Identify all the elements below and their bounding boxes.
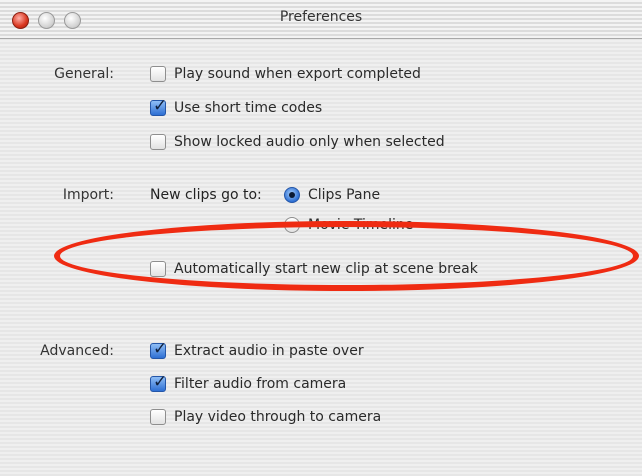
play-sound-option[interactable]: Play sound when export completed bbox=[150, 66, 421, 82]
preferences-window: Preferences General: Play sound when exp… bbox=[0, 0, 642, 476]
filter-audio-option[interactable]: ✓ Filter audio from camera bbox=[150, 372, 347, 392]
play-video-camera-checkbox[interactable] bbox=[150, 409, 166, 425]
show-locked-audio-label: Show locked audio only when selected bbox=[174, 134, 445, 150]
filter-audio-label: Filter audio from camera bbox=[174, 376, 347, 392]
window-title: Preferences bbox=[279, 9, 363, 25]
extract-audio-label: Extract audio in paste over bbox=[174, 343, 364, 359]
advanced-section-label: Advanced: bbox=[40, 343, 114, 359]
new-clips-label: New clips go to: bbox=[150, 187, 262, 203]
checkmark-icon: ✓ bbox=[153, 339, 168, 359]
show-locked-audio-option[interactable]: Show locked audio only when selected bbox=[150, 134, 445, 150]
short-time-codes-option[interactable]: ✓ Use short time codes bbox=[150, 96, 323, 116]
highlight-annotation-ellipse bbox=[54, 221, 639, 291]
show-locked-audio-checkbox[interactable] bbox=[150, 134, 166, 150]
title-bar[interactable]: Preferences bbox=[0, 0, 642, 39]
extract-audio-checkbox[interactable]: ✓ bbox=[150, 339, 167, 359]
import-section-label: Import: bbox=[62, 187, 114, 203]
play-sound-label: Play sound when export completed bbox=[174, 66, 421, 82]
play-video-camera-label: Play video through to camera bbox=[174, 409, 382, 425]
filter-audio-checkbox[interactable]: ✓ bbox=[150, 372, 167, 392]
clips-pane-radio[interactable] bbox=[284, 187, 300, 203]
clips-pane-label: Clips Pane bbox=[308, 187, 381, 203]
short-time-codes-label: Use short time codes bbox=[174, 100, 323, 116]
radio-dot-icon bbox=[289, 192, 295, 198]
extract-audio-option[interactable]: ✓ Extract audio in paste over bbox=[150, 339, 364, 359]
general-section-label: General: bbox=[54, 66, 114, 82]
checkmark-icon: ✓ bbox=[153, 372, 168, 392]
short-time-codes-checkbox[interactable]: ✓ bbox=[150, 96, 167, 116]
clips-pane-option[interactable]: Clips Pane bbox=[284, 187, 380, 203]
play-video-camera-option[interactable]: Play video through to camera bbox=[150, 409, 381, 425]
checkmark-icon: ✓ bbox=[153, 96, 168, 116]
play-sound-checkbox[interactable] bbox=[150, 66, 166, 82]
